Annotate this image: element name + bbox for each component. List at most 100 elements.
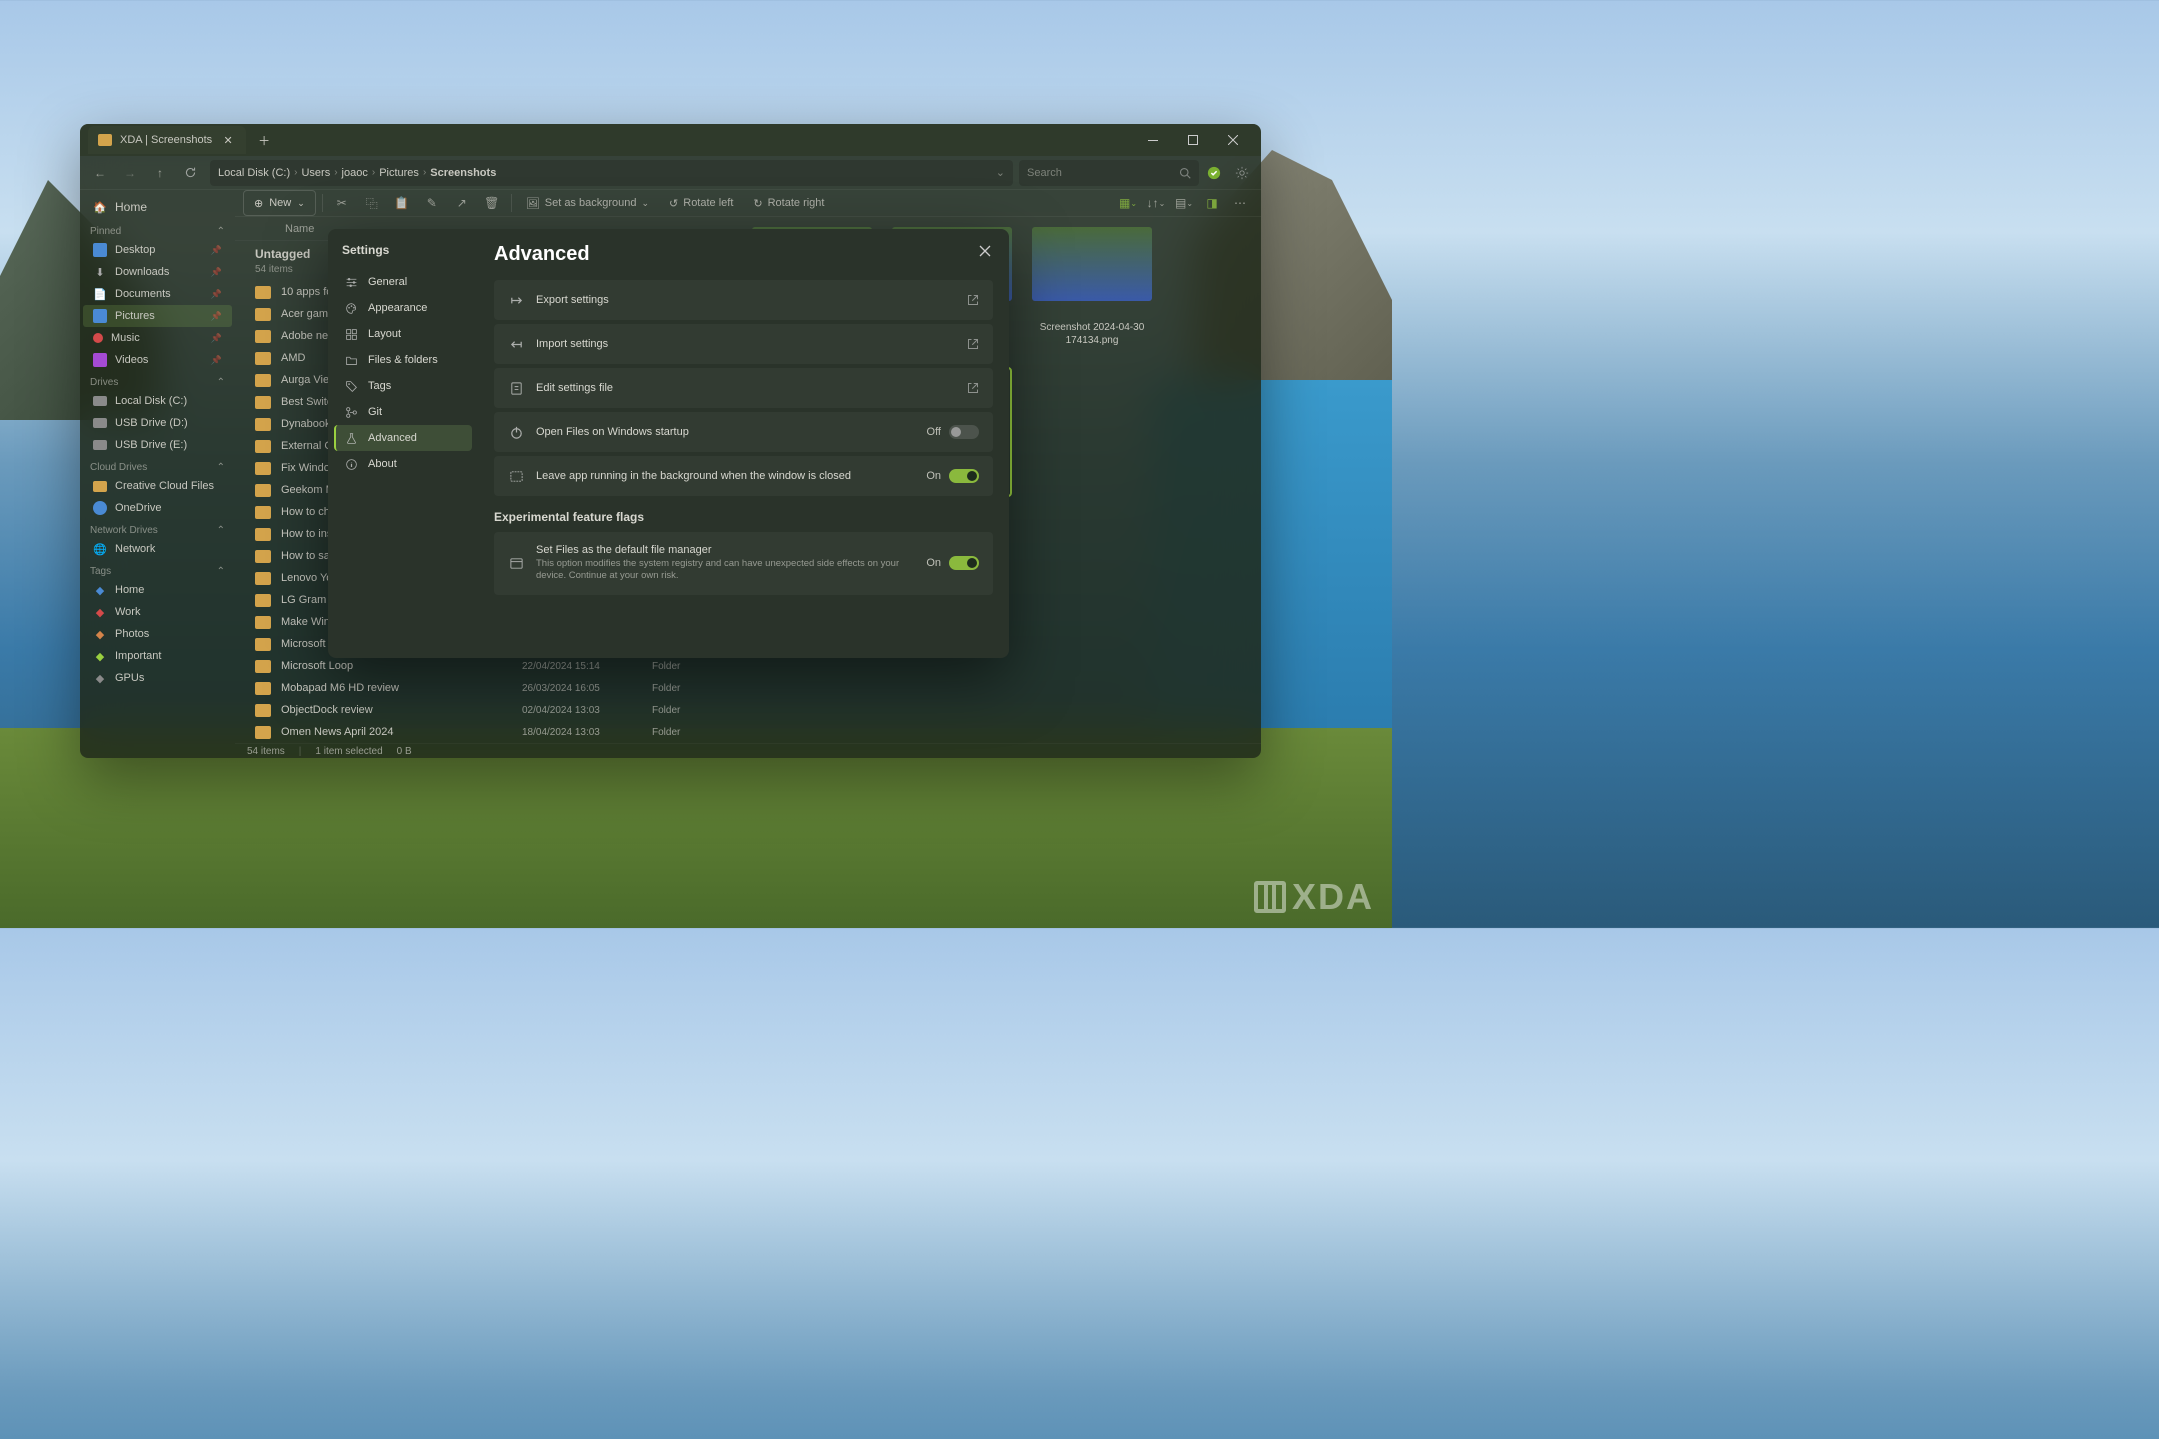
copy-icon: ⿻ <box>366 195 378 212</box>
breadcrumb[interactable]: Local Disk (C:)› Users› joaoc› Pictures›… <box>210 160 1013 186</box>
settings-row-import[interactable]: Import settings <box>494 324 993 364</box>
sidebar-header-cloud[interactable]: Cloud Drives⌃ <box>80 456 235 475</box>
new-tab-button[interactable]: ＋ <box>250 126 278 154</box>
folder-icon <box>255 506 271 519</box>
sidebar-item-documents[interactable]: 📄Documents📌 <box>83 283 232 305</box>
settings-row-export[interactable]: Export settings <box>494 280 993 320</box>
sidebar-tag-photos[interactable]: ◆Photos <box>83 623 232 645</box>
layout-button[interactable]: ▤⌄ <box>1171 190 1197 216</box>
group-button[interactable]: ↓↑⌄ <box>1143 190 1169 216</box>
breadcrumb-seg[interactable]: Local Disk (C:) <box>218 167 290 179</box>
toggle-default-fm[interactable] <box>949 556 979 570</box>
settings-nav-about[interactable]: About <box>334 451 472 477</box>
sidebar-item-cc[interactable]: Creative Cloud Files <box>83 475 232 497</box>
scissors-icon: ✂ <box>337 196 347 210</box>
sidebar-tag-important[interactable]: ◆Important <box>83 645 232 667</box>
tab-title: XDA | Screenshots <box>120 134 212 146</box>
settings-nav-layout[interactable]: Layout <box>334 321 472 347</box>
search-input[interactable]: Search <box>1019 160 1199 186</box>
forward-button[interactable]: → <box>116 159 144 187</box>
folder-icon <box>255 726 271 739</box>
more-icon: ⋯ <box>1234 196 1246 210</box>
sidebar-header-network[interactable]: Network Drives⌃ <box>80 519 235 538</box>
share-button[interactable]: ↗ <box>449 190 475 216</box>
list-item[interactable]: ObjectDock review 02/04/2024 13:03 Folde… <box>235 699 732 721</box>
sidebar-item-desktop[interactable]: Desktop📌 <box>83 239 232 261</box>
preview-icon: ◨ <box>1206 196 1217 210</box>
preview-button[interactable]: ◨ <box>1199 190 1225 216</box>
settings-nav-general[interactable]: General <box>334 269 472 295</box>
rename-button[interactable]: ✎ <box>419 190 445 216</box>
toggle-background[interactable] <box>949 469 979 483</box>
copy-button[interactable]: ⿻ <box>359 190 385 216</box>
settings-nav-tags[interactable]: Tags <box>334 373 472 399</box>
pictures-icon <box>93 309 107 323</box>
folder-icon <box>255 330 271 343</box>
folder-icon <box>255 462 271 475</box>
set-background-button[interactable]: 🖼 Set as background ⌄ <box>518 190 657 216</box>
sort-button[interactable]: ▦⌄ <box>1115 190 1141 216</box>
tag-icon: ◆ <box>93 671 107 685</box>
sidebar-tag-home[interactable]: ◆Home <box>83 579 232 601</box>
toggle-startup[interactable] <box>949 425 979 439</box>
sidebar-item-drive-c[interactable]: Local Disk (C:) <box>83 390 232 412</box>
settings-nav-appearance[interactable]: Appearance <box>334 295 472 321</box>
breadcrumb-seg[interactable]: Screenshots <box>430 167 496 179</box>
minimize-button[interactable] <box>1133 125 1173 155</box>
settings-title: Settings <box>332 243 474 269</box>
list-item[interactable]: Omen News April 2024 18/04/2024 13:03 Fo… <box>235 721 732 743</box>
maximize-button[interactable] <box>1173 125 1213 155</box>
sidebar-tag-work[interactable]: ◆Work <box>83 601 232 623</box>
settings-icon[interactable] <box>1229 160 1255 186</box>
up-button[interactable]: ↑ <box>146 159 174 187</box>
list-item[interactable]: Mobapad M6 HD review 26/03/2024 16:05 Fo… <box>235 677 732 699</box>
rotate-left-button[interactable]: ↺ Rotate left <box>661 190 741 216</box>
settings-row-background[interactable]: Leave app running in the background when… <box>494 456 993 496</box>
sidebar-item-network[interactable]: 🌐Network <box>83 538 232 560</box>
sidebar-item-music[interactable]: Music📌 <box>83 327 232 349</box>
thumbnail-label: Screenshot 2024-04-30 174134.png <box>1032 321 1152 347</box>
settings-dialog: Settings General Appearance Layout Files… <box>328 229 1009 658</box>
folder-icon <box>255 594 271 607</box>
status-ok-icon[interactable] <box>1201 160 1227 186</box>
list-item[interactable]: Microsoft Loop 22/04/2024 15:14 Folder <box>235 655 732 677</box>
sidebar-tag-gpus[interactable]: ◆GPUs <box>83 667 232 689</box>
sidebar-item-videos[interactable]: Videos📌 <box>83 349 232 371</box>
settings-row-startup[interactable]: Open Files on Windows startup Off <box>494 412 993 452</box>
tab-close-button[interactable]: ✕ <box>220 132 236 148</box>
breadcrumb-seg[interactable]: joaoc <box>342 167 368 179</box>
breadcrumb-seg[interactable]: Users <box>301 167 330 179</box>
sidebar-header-pinned[interactable]: Pinned⌃ <box>80 220 235 239</box>
sidebar-home[interactable]: 🏠 Home <box>83 194 232 220</box>
item-type: Folder <box>652 661 712 672</box>
sidebar-item-pictures[interactable]: Pictures📌 <box>83 305 232 327</box>
tab-active[interactable]: XDA | Screenshots ✕ <box>88 126 246 154</box>
delete-button[interactable]: 🗑 <box>479 190 505 216</box>
paste-button[interactable]: 📋 <box>389 190 415 216</box>
sidebar-item-drive-d[interactable]: USB Drive (D:) <box>83 412 232 434</box>
sidebar-header-drives[interactable]: Drives⌃ <box>80 371 235 390</box>
rotate-right-button[interactable]: ↻ Rotate right <box>745 190 832 216</box>
settings-nav-files[interactable]: Files & folders <box>334 347 472 373</box>
sidebar-header-tags[interactable]: Tags⌃ <box>80 560 235 579</box>
back-button[interactable]: ← <box>86 159 114 187</box>
more-button[interactable]: ⋯ <box>1227 190 1253 216</box>
folder-icon <box>255 528 271 541</box>
sidebar-item-onedrive[interactable]: OneDrive <box>83 497 232 519</box>
new-button[interactable]: ⊕ New ⌄ <box>243 190 316 216</box>
settings-close-button[interactable] <box>973 239 997 263</box>
settings-nav-git[interactable]: Git <box>334 399 472 425</box>
settings-nav-advanced[interactable]: Advanced <box>334 425 472 451</box>
sidebar-item-drive-e[interactable]: USB Drive (E:) <box>83 434 232 456</box>
close-button[interactable] <box>1213 125 1253 155</box>
settings-row-default-fm[interactable]: Set Files as the default file manager Th… <box>494 532 993 595</box>
cut-button[interactable]: ✂ <box>329 190 355 216</box>
breadcrumb-seg[interactable]: Pictures <box>379 167 419 179</box>
chevron-up-icon: ⌃ <box>217 525 225 536</box>
thumbnail-item[interactable]: Screenshot 2024-04-30 174134.png <box>1032 227 1152 347</box>
sidebar-item-downloads[interactable]: ⬇Downloads📌 <box>83 261 232 283</box>
refresh-button[interactable] <box>176 159 204 187</box>
breadcrumb-dropdown-icon[interactable]: ⌄ <box>996 166 1005 179</box>
settings-row-edit[interactable]: Edit settings file <box>494 368 993 408</box>
rotate-left-icon: ↺ <box>669 197 678 210</box>
